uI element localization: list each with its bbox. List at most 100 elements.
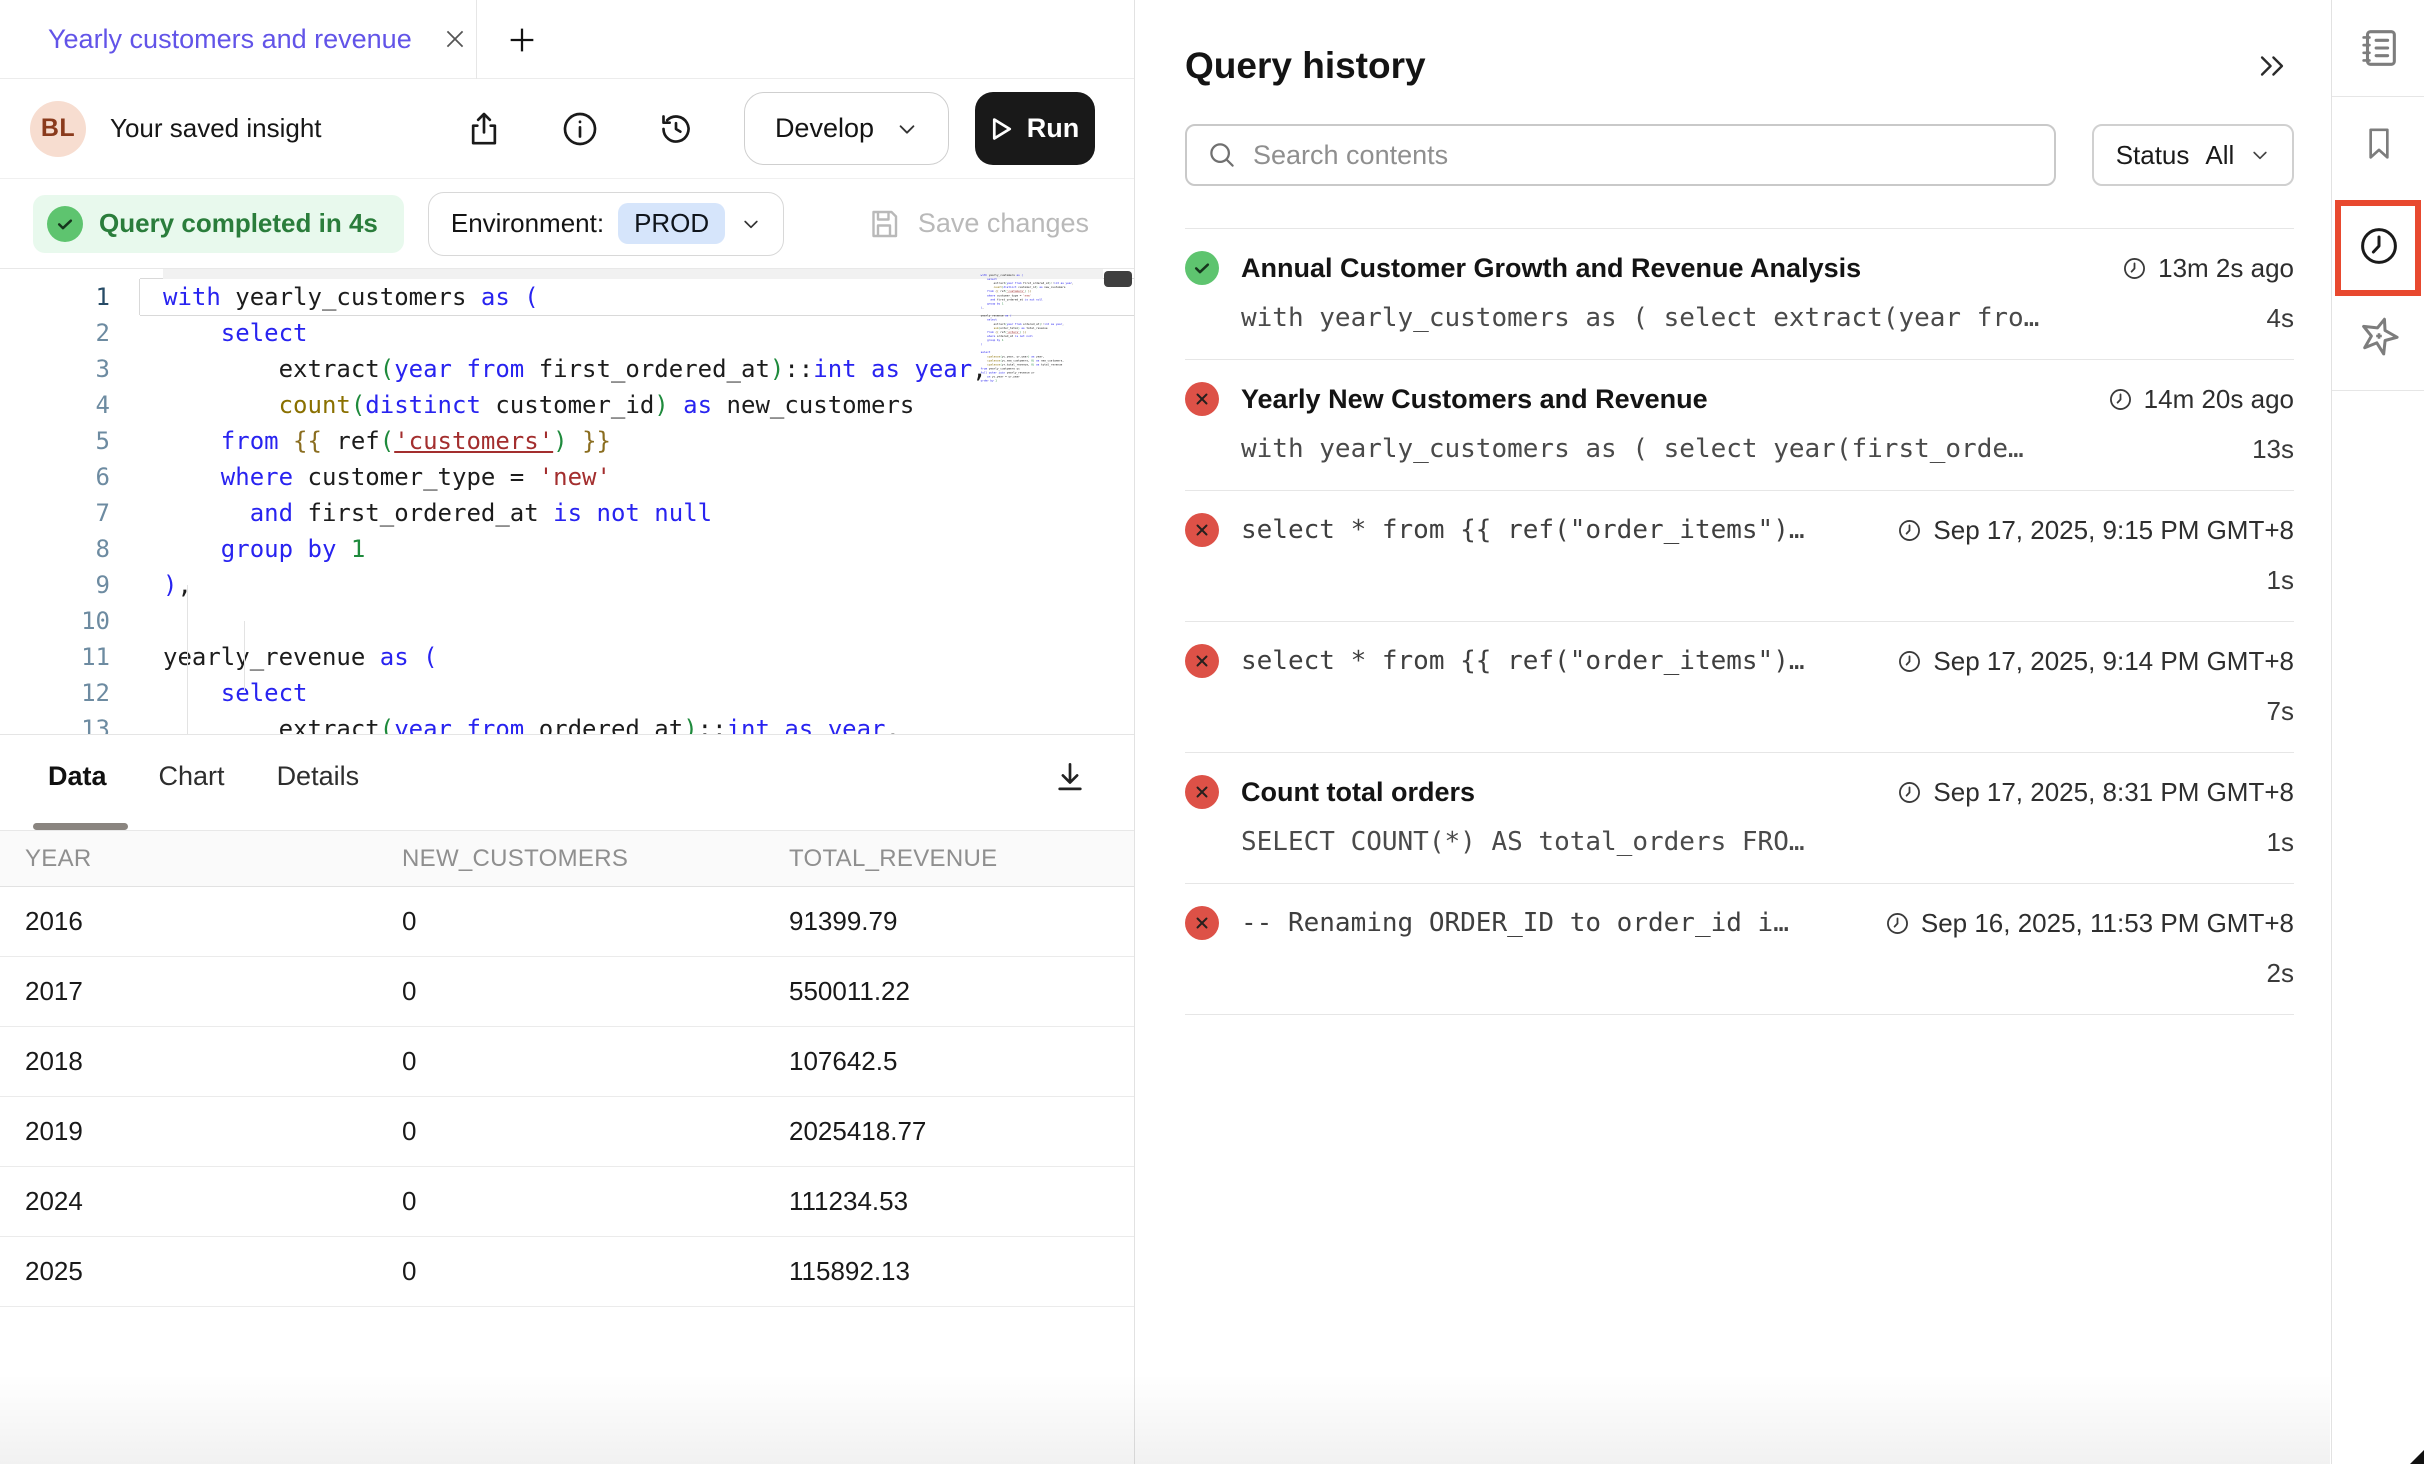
status-filter-dropdown[interactable]: Status All (2092, 124, 2294, 186)
code-line-7[interactable]: 7 and first_ordered_at is not null (0, 495, 1134, 531)
line-number: 6 (0, 459, 140, 495)
sql-editor[interactable]: 1with yearly_customers as (2 select3 ext… (0, 268, 1134, 735)
clock-icon (2121, 255, 2148, 282)
indent-guide (244, 621, 245, 691)
info-icon[interactable] (558, 107, 602, 151)
table-row[interactable]: 201902025418.77 (0, 1097, 1134, 1167)
query-history-title: Query history (1185, 45, 1426, 87)
code-line-9[interactable]: 9), (0, 567, 1134, 603)
history-item[interactable]: Yearly New Customers and Revenue 14m 20s … (1185, 360, 2294, 491)
history-item-title: select * from {{ ref("order_items")… (1241, 646, 1805, 676)
table-cell: 2019 (25, 1116, 402, 1147)
environment-dropdown[interactable]: Environment: PROD (428, 192, 784, 256)
tab-close-icon[interactable] (440, 24, 470, 54)
history-item-query-preview: with yearly_customers as ( select extrac… (1241, 303, 2039, 333)
history-item[interactable]: select * from {{ ref("order_items")…Sep … (1185, 491, 2294, 622)
tab-chart[interactable]: Chart (159, 761, 225, 792)
window-resize-corner[interactable] (2410, 1450, 2424, 1464)
tab-divider (476, 0, 477, 79)
table-cell: 0 (402, 906, 789, 937)
download-icon[interactable] (1046, 753, 1094, 801)
line-number: 11 (0, 639, 140, 675)
history-item-time: Sep 17, 2025, 9:15 PM GMT+8 (1896, 515, 2294, 546)
search-icon (1207, 140, 1237, 170)
editor-scrollbar-handle[interactable] (1104, 271, 1132, 287)
share-icon[interactable] (462, 107, 506, 151)
code-line-13[interactable]: 13 extract(year from ordered_at)::int as… (0, 711, 1134, 735)
history-item-duration: 2s (2267, 958, 2294, 989)
history-item-duration: 4s (2267, 303, 2294, 334)
table-header-row: YEARNEW_CUSTOMERSTOTAL_REVENUE (0, 830, 1134, 887)
code-line-6[interactable]: 6 where customer_type = 'new' (0, 459, 1134, 495)
explore-star-icon[interactable] (2332, 302, 2424, 370)
history-item-time: 13m 2s ago (2121, 253, 2294, 284)
code-line-4[interactable]: 4 count(distinct customer_id) as new_cus… (0, 387, 1134, 423)
code-line-12[interactable]: 12 select (0, 675, 1134, 711)
line-number: 5 (0, 423, 140, 459)
code-line-1[interactable]: 1with yearly_customers as ( (0, 279, 1134, 315)
line-number: 7 (0, 495, 140, 531)
history-item[interactable]: Annual Customer Growth and Revenue Analy… (1185, 229, 2294, 360)
success-check-icon (47, 206, 83, 242)
status-filter-value: All (2205, 140, 2234, 171)
table-row[interactable]: 20180107642.5 (0, 1027, 1134, 1097)
status-error-icon (1185, 906, 1219, 940)
editor-code[interactable]: 1with yearly_customers as (2 select3 ext… (0, 269, 1134, 735)
new-tab-button[interactable] (492, 0, 552, 79)
catalog-icon[interactable] (2332, 14, 2424, 82)
version-history-icon[interactable] (654, 107, 698, 151)
code-line-10[interactable]: 10 (0, 603, 1134, 639)
table-row[interactable]: 20240111234.53 (0, 1167, 1134, 1237)
editor-top-strip (163, 269, 1103, 279)
code-line-5[interactable]: 5 from {{ ref('customers') }} (0, 423, 1134, 459)
save-changes-button[interactable]: Save changes (866, 206, 1089, 242)
search-box[interactable] (1185, 124, 2056, 186)
table-row[interactable]: 20170550011.22 (0, 957, 1134, 1027)
code-line-2[interactable]: 2 select (0, 315, 1134, 351)
editor-scrollbar[interactable] (1104, 271, 1134, 734)
active-tab-underline (33, 823, 128, 830)
history-item-time: Sep 16, 2025, 11:53 PM GMT+8 (1884, 908, 2294, 939)
history-item-title: Yearly New Customers and Revenue (1241, 384, 1708, 415)
history-item-duration: 13s (2252, 434, 2294, 465)
status-error-icon (1185, 644, 1219, 678)
line-number: 3 (0, 351, 140, 387)
query-history-icon[interactable] (2332, 212, 2424, 280)
history-item[interactable]: Count total ordersSep 17, 2025, 8:31 PM … (1185, 753, 2294, 884)
tab-yearly-customers-and-revenue[interactable]: Yearly customers and revenue (0, 0, 470, 78)
status-error-icon (1185, 513, 1219, 547)
code-line-27: order by 1 (978, 379, 1091, 383)
history-item-title: Annual Customer Growth and Revenue Analy… (1241, 253, 1861, 284)
table-row[interactable]: 2016091399.79 (0, 887, 1134, 957)
history-item[interactable]: select * from {{ ref("order_items")…Sep … (1185, 622, 2294, 753)
clock-icon (2107, 386, 2134, 413)
bookmark-icon[interactable] (2332, 110, 2424, 178)
history-item-duration: 1s (2267, 565, 2294, 596)
status-error-icon (1185, 775, 1219, 809)
status-success-icon (1185, 251, 1219, 285)
line-number: 9 (0, 567, 140, 603)
collapse-panel-icon[interactable] (2250, 44, 2294, 88)
search-input[interactable] (1253, 140, 2034, 171)
code-line-8[interactable]: 8 group by 1 (0, 531, 1134, 567)
table-cell: 107642.5 (789, 1046, 1134, 1077)
tab-data[interactable]: Data (48, 761, 107, 792)
table-cell: 0 (402, 1116, 789, 1147)
tab-title: Yearly customers and revenue (48, 24, 412, 55)
tab-details[interactable]: Details (277, 761, 360, 792)
history-item-duration: 1s (2267, 827, 2294, 858)
code-line-3[interactable]: 3 extract(year from first_ordered_at)::i… (0, 351, 1134, 387)
develop-button[interactable]: Develop (744, 92, 949, 165)
table-row[interactable]: 20250115892.13 (0, 1237, 1134, 1307)
table-cell: 111234.53 (789, 1186, 1134, 1217)
query-history-list: Annual Customer Growth and Revenue Analy… (1185, 228, 2294, 1015)
results-tab-bar: Data Chart Details (0, 735, 1134, 830)
code-line-11[interactable]: 11yearly_revenue as ( (0, 639, 1134, 675)
history-item-time: 14m 20s ago (2107, 384, 2294, 415)
run-button[interactable]: Run (975, 92, 1095, 165)
tab-bar: Yearly customers and revenue (0, 0, 1134, 79)
clock-icon (1896, 517, 1923, 544)
editor-minimap[interactable]: with yearly_customers as ( select extrac… (978, 273, 1100, 713)
history-item[interactable]: -- Renaming ORDER_ID to order_id i…Sep 1… (1185, 884, 2294, 1015)
column-header: YEAR (25, 845, 402, 873)
